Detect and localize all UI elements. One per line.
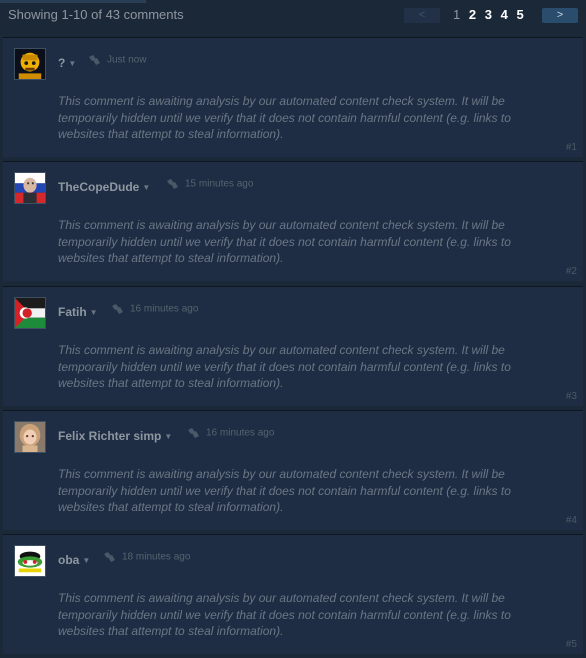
comment-author[interactable]: Felix Richter simp ▼ xyxy=(58,429,172,443)
comment-timestamp: 15 minutes ago xyxy=(185,178,254,190)
comment-index[interactable]: #4 xyxy=(566,515,577,526)
comment-author[interactable]: TheCopeDude ▼ xyxy=(58,180,150,194)
page-link-4[interactable]: 4 xyxy=(501,7,508,22)
avatar-image xyxy=(15,173,45,203)
author-name[interactable]: ? xyxy=(58,56,65,70)
chevron-down-icon[interactable]: ▼ xyxy=(164,432,172,441)
link-icon[interactable] xyxy=(102,551,116,563)
comment-meta: 18 minutes ago xyxy=(102,551,190,563)
comment-index[interactable]: #5 xyxy=(566,639,577,650)
avatar-image xyxy=(15,298,45,328)
page-link-1[interactable]: 1 xyxy=(453,7,460,22)
avatar[interactable] xyxy=(14,297,46,329)
page-link-5[interactable]: 5 xyxy=(516,7,523,22)
comment-item: oba ▼ 18 minutes ago This comment is awai… xyxy=(3,534,583,654)
top-divider xyxy=(0,0,146,3)
comment-item: Fatih ▼ 16 minutes ago This comment is aw… xyxy=(3,286,583,406)
comment-meta: 16 minutes ago xyxy=(186,427,274,439)
avatar-image xyxy=(15,546,45,576)
author-name[interactable]: Felix Richter simp xyxy=(58,429,161,443)
comment-index[interactable]: #2 xyxy=(566,266,577,277)
comment-author[interactable]: oba ▼ xyxy=(58,553,90,567)
avatar-image xyxy=(15,49,45,79)
author-name[interactable]: TheCopeDude xyxy=(58,180,139,194)
page-link-3[interactable]: 3 xyxy=(485,7,492,22)
comment-index[interactable]: #1 xyxy=(566,142,577,153)
chevron-down-icon[interactable]: ▼ xyxy=(90,308,98,317)
avatar[interactable] xyxy=(14,545,46,577)
avatar[interactable] xyxy=(14,421,46,453)
comment-text: This comment is awaiting analysis by our… xyxy=(58,94,511,141)
comment-text: This comment is awaiting analysis by our… xyxy=(58,218,511,265)
link-icon[interactable] xyxy=(110,303,124,315)
comment-author[interactable]: ? ▼ xyxy=(58,56,76,70)
comment-timestamp: Just now xyxy=(107,54,147,66)
chevron-down-icon[interactable]: ▼ xyxy=(142,183,150,192)
next-page-button[interactable]: > xyxy=(542,8,578,23)
comment-meta: 15 minutes ago xyxy=(165,178,253,190)
comment-timestamp: 16 minutes ago xyxy=(130,303,199,315)
chevron-down-icon[interactable]: ▼ xyxy=(82,556,90,565)
comment-item: Felix Richter simp ▼ 16 minutes ago This … xyxy=(3,410,583,530)
comment-text: This comment is awaiting analysis by our… xyxy=(58,343,511,390)
author-name[interactable]: oba xyxy=(58,553,79,567)
comment-timestamp: 16 minutes ago xyxy=(206,427,275,439)
page-links: 1 2 3 4 5 xyxy=(453,7,529,22)
comment-author[interactable]: Fatih ▼ xyxy=(58,305,98,319)
comment-text: This comment is awaiting analysis by our… xyxy=(58,467,511,514)
comment-count-label: Showing 1-10 of 43 comments xyxy=(8,7,184,22)
comment-meta: 16 minutes ago xyxy=(110,303,198,315)
link-icon[interactable] xyxy=(186,427,200,439)
avatar-image xyxy=(15,422,45,452)
prev-page-button[interactable]: < xyxy=(404,8,440,23)
comment-item: ? ▼ Just now This comment is awaiting ana… xyxy=(3,37,583,157)
link-icon[interactable] xyxy=(87,54,101,66)
author-name[interactable]: Fatih xyxy=(58,305,87,319)
comment-timestamp: 18 minutes ago xyxy=(122,551,191,563)
link-icon[interactable] xyxy=(165,178,179,190)
comment-meta: Just now xyxy=(87,54,146,66)
comment-index[interactable]: #3 xyxy=(566,391,577,402)
avatar[interactable] xyxy=(14,48,46,80)
page-link-2[interactable]: 2 xyxy=(469,7,476,22)
comment-item: TheCopeDude ▼ 15 minutes ago This comment… xyxy=(3,161,583,281)
pagination-bar: Showing 1-10 of 43 comments < 1 2 3 4 5 … xyxy=(0,0,586,33)
chevron-down-icon[interactable]: ▼ xyxy=(68,59,76,68)
comment-text: This comment is awaiting analysis by our… xyxy=(58,591,511,638)
avatar[interactable] xyxy=(14,172,46,204)
